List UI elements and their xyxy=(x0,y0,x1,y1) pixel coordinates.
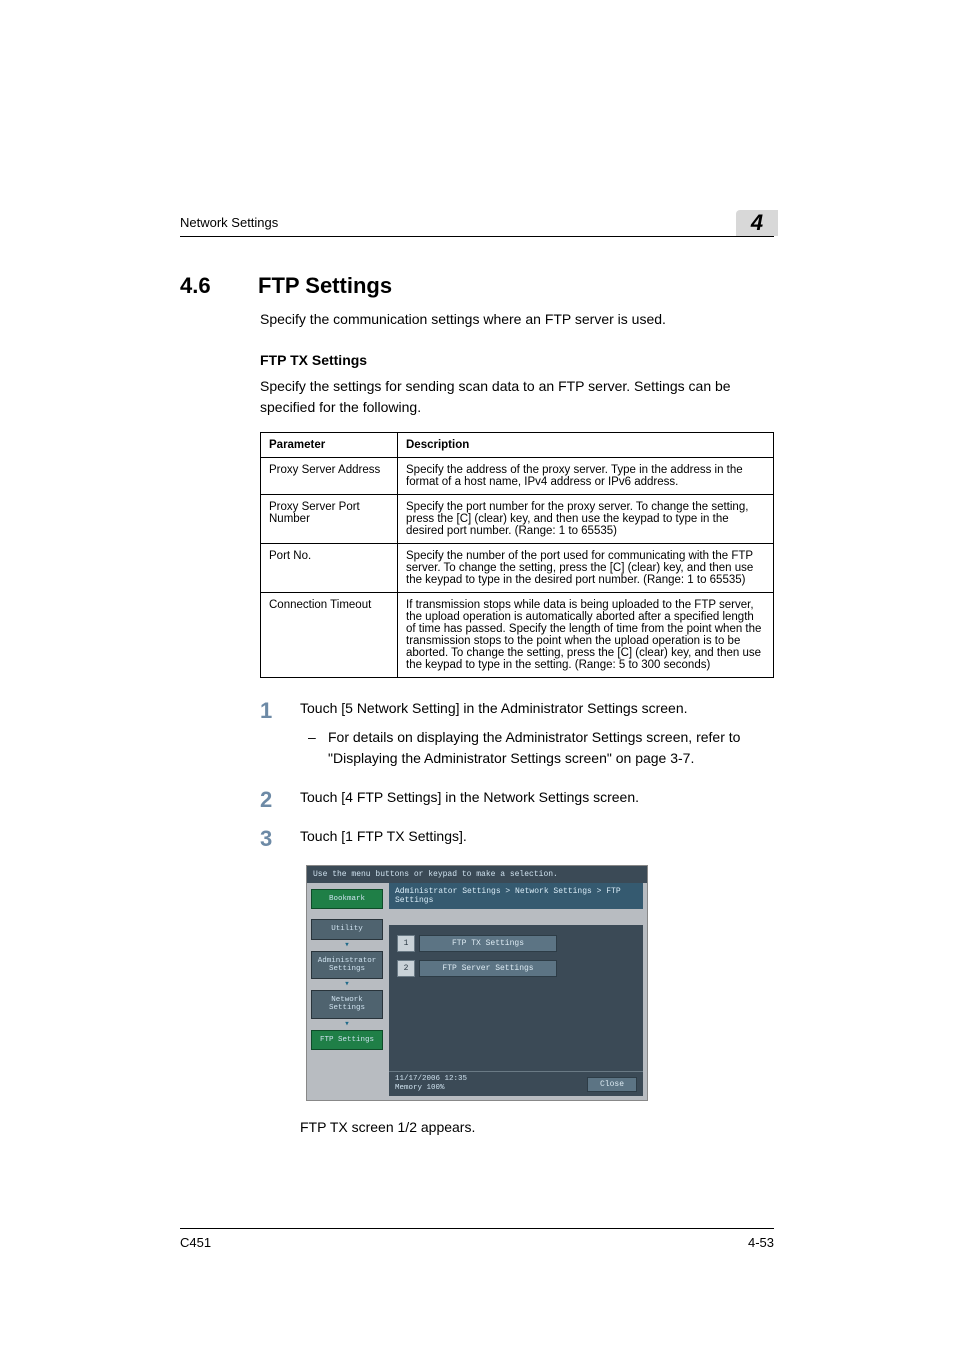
page-footer: C451 4-53 xyxy=(180,1228,774,1250)
table-header-row: Parameter Description xyxy=(261,433,774,458)
running-head-text: Network Settings xyxy=(180,215,278,230)
section-title: FTP Settings xyxy=(258,273,392,299)
table-row: Proxy Server Address Specify the address… xyxy=(261,458,774,495)
subsection-title: FTP TX Settings xyxy=(260,352,774,368)
panel-datetime: 11/17/2006 12:35 xyxy=(395,1075,467,1084)
section-heading: 4.6 FTP Settings xyxy=(180,273,774,299)
device-panel: Use the menu buttons or keypad to make a… xyxy=(306,865,648,1101)
param-cell: Proxy Server Port Number xyxy=(261,495,398,544)
step-text: Touch [5 Network Setting] in the Adminis… xyxy=(300,700,688,716)
sidebar-item-utility[interactable]: Utility xyxy=(311,919,383,939)
desc-cell: If transmission stops while data is bein… xyxy=(398,593,774,678)
param-cell: Connection Timeout xyxy=(261,593,398,678)
panel-main: Administrator Settings > Network Setting… xyxy=(389,883,647,1100)
chapter-number-tab: 4 xyxy=(736,210,778,236)
option-number-1: 1 xyxy=(397,935,415,952)
table-row: Port No. Specify the number of the port … xyxy=(261,544,774,593)
table-row: Connection Timeout If transmission stops… xyxy=(261,593,774,678)
step-text: Touch [1 FTP TX Settings]. xyxy=(300,828,467,844)
step-1: Touch [5 Network Setting] in the Adminis… xyxy=(260,698,774,769)
panel-sidebar: Bookmark Utility ▾ Administrator Setting… xyxy=(307,883,383,1100)
desc-cell: Specify the number of the port used for … xyxy=(398,544,774,593)
table-header-desc: Description xyxy=(398,433,774,458)
desc-cell: Specify the port number for the proxy se… xyxy=(398,495,774,544)
footer-right: 4-53 xyxy=(748,1235,774,1250)
desc-cell: Specify the address of the proxy server.… xyxy=(398,458,774,495)
after-panel-text: FTP TX screen 1/2 appears. xyxy=(300,1119,774,1135)
bookmark-button[interactable]: Bookmark xyxy=(311,889,383,909)
param-cell: Proxy Server Address xyxy=(261,458,398,495)
footer-left: C451 xyxy=(180,1235,211,1250)
running-header: Network Settings 4 xyxy=(180,200,774,237)
chapter-tab-container: 4 xyxy=(738,200,774,230)
parameter-table: Parameter Description Proxy Server Addre… xyxy=(260,432,774,678)
panel-footer: 11/17/2006 12:35 Memory 100% Close xyxy=(389,1071,643,1096)
panel-hint-bar: Use the menu buttons or keypad to make a… xyxy=(307,866,647,883)
sidebar-item-network-settings[interactable]: Network Settings xyxy=(311,990,383,1019)
chevron-down-icon: ▾ xyxy=(311,941,383,950)
close-button[interactable]: Close xyxy=(587,1077,637,1092)
table-row: Proxy Server Port Number Specify the por… xyxy=(261,495,774,544)
param-cell: Port No. xyxy=(261,544,398,593)
sidebar-item-admin-settings[interactable]: Administrator Settings xyxy=(311,951,383,980)
procedure-steps: Touch [5 Network Setting] in the Adminis… xyxy=(260,698,774,847)
option-row: 1 FTP TX Settings xyxy=(397,935,635,952)
sidebar-item-ftp-settings[interactable]: FTP Settings xyxy=(311,1030,383,1050)
section-intro: Specify the communication settings where… xyxy=(260,309,774,330)
panel-meta: 11/17/2006 12:35 Memory 100% xyxy=(395,1075,467,1093)
table-header-param: Parameter xyxy=(261,433,398,458)
panel-memory: Memory 100% xyxy=(395,1084,467,1093)
subsection-intro: Specify the settings for sending scan da… xyxy=(260,376,774,418)
panel-body: 1 FTP TX Settings 2 FTP Server Settings xyxy=(389,925,643,1071)
step-text: Touch [4 FTP Settings] in the Network Se… xyxy=(300,789,639,805)
step-1-subnote: For details on displaying the Administra… xyxy=(300,727,774,769)
step-2: Touch [4 FTP Settings] in the Network Se… xyxy=(260,787,774,808)
step-3: Touch [1 FTP TX Settings]. xyxy=(260,826,774,847)
option-ftp-tx-settings[interactable]: FTP TX Settings xyxy=(419,935,557,952)
section-number: 4.6 xyxy=(180,273,230,299)
option-ftp-server-settings[interactable]: FTP Server Settings xyxy=(419,960,557,977)
panel-breadcrumb: Administrator Settings > Network Setting… xyxy=(389,883,643,909)
option-row: 2 FTP Server Settings xyxy=(397,960,635,977)
chevron-down-icon: ▾ xyxy=(311,980,383,989)
chevron-down-icon: ▾ xyxy=(311,1020,383,1029)
option-number-2: 2 xyxy=(397,960,415,977)
